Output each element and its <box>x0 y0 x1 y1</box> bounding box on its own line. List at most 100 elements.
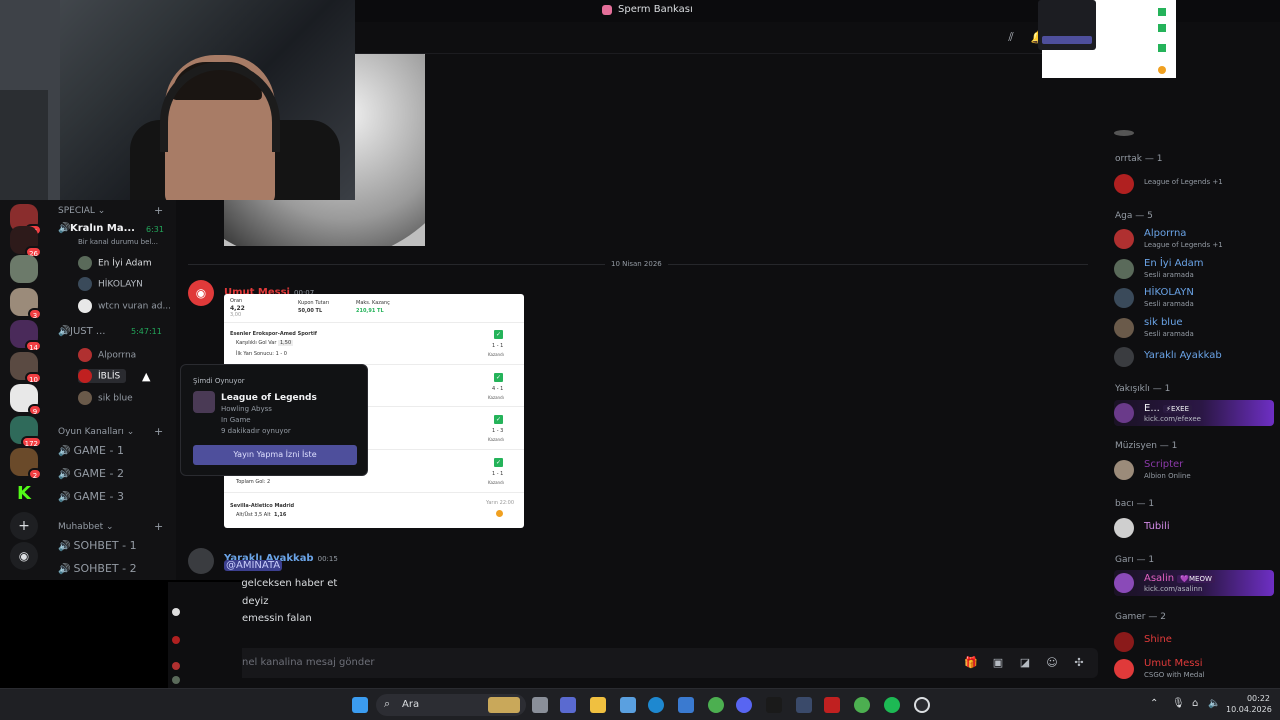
store-icon[interactable] <box>560 697 576 713</box>
member-avatar <box>1114 318 1134 338</box>
won-check-icon: ✓ <box>494 330 503 339</box>
voice-channel[interactable]: 🔊JUST ... <box>58 326 105 337</box>
add-channel-icon[interactable]: + <box>154 425 163 438</box>
member-name: HİKOLAYN <box>1144 287 1194 298</box>
server-icon[interactable]: 10 <box>10 352 42 384</box>
spotify-icon[interactable] <box>884 697 900 713</box>
sticker-icon[interactable]: ◪ <box>1018 656 1032 670</box>
member-row[interactable]: En İyi Adam Sesli aramada <box>1114 257 1274 279</box>
member-avatar <box>1114 460 1134 480</box>
clock-time: 00:22 <box>1246 694 1270 703</box>
member-row[interactable]: League of Legends +1 <box>1114 172 1274 194</box>
voice-member[interactable]: En İyi Adam <box>78 256 152 270</box>
role-header: bacı — 1 <box>1115 499 1155 509</box>
member-row[interactable]: E... ⚡EXEE kick.com/efexee <box>1114 400 1274 426</box>
member-activity: League of Legends +1 <box>1144 178 1223 186</box>
microphone-icon[interactable]: 🎙 <box>1172 698 1185 709</box>
voice-channel[interactable]: 🔊 SOHBET - 2 <box>58 562 137 575</box>
gift-icon[interactable]: 🎁 <box>964 656 978 670</box>
oran-value: 4,22 <box>230 305 245 312</box>
threads-icon[interactable]: ⫽ <box>1003 30 1019 46</box>
category-games[interactable]: Oyun Kanalları ⌄ <box>58 427 134 437</box>
message-composer[interactable]: nel kanalina mesaj gönder 🎁 ▣ ◪ ☺ ✣ <box>230 648 1098 678</box>
member-row[interactable]: Scripter Albion Online <box>1114 458 1274 480</box>
chrome-icon[interactable] <box>708 697 724 713</box>
member-row[interactable]: Tubili <box>1114 516 1274 538</box>
app-icon[interactable] <box>766 697 782 713</box>
clock-date: 10.04.2026 <box>1226 705 1272 714</box>
apps-icon[interactable]: ✣ <box>1072 656 1086 670</box>
server-icon[interactable] <box>10 255 38 283</box>
emoji-icon[interactable]: ☺ <box>1045 656 1059 670</box>
voice-member[interactable]: HİKOLAYN <box>78 277 143 291</box>
member-row[interactable]: HİKOLAYN Sesli aramada <box>1114 286 1274 308</box>
taskbar-clock[interactable]: 00:22 10.04.2026 <box>1226 693 1272 715</box>
file-explorer-icon[interactable] <box>590 697 606 713</box>
chrome-icon[interactable] <box>854 697 870 713</box>
author-avatar[interactable]: ◉ <box>188 280 214 306</box>
member-avatar <box>1114 573 1134 593</box>
member-row[interactable]: Yaraklı Ayakkab <box>1114 345 1274 367</box>
voice-member[interactable]: wtcn vuran ad... <box>78 299 171 313</box>
voice-member[interactable]: Alporrna <box>78 348 136 362</box>
voice-channel[interactable]: 🔊 GAME - 2 <box>58 467 124 480</box>
league-of-legends-icon <box>193 391 215 413</box>
server-icon[interactable]: 3 <box>10 288 42 320</box>
voice-channel[interactable]: 🔊 GAME - 3 <box>58 490 124 503</box>
popup-label: Şimdi Oynuyor <box>193 377 245 385</box>
network-icon[interactable]: ⌂ <box>1192 698 1198 709</box>
member-avatar <box>1114 632 1134 652</box>
server-icon[interactable]: 172 <box>10 416 42 448</box>
edge-icon[interactable] <box>648 697 664 713</box>
pending-icon <box>496 510 503 517</box>
member-avatar <box>1114 347 1134 367</box>
mail-icon[interactable] <box>678 697 694 713</box>
add-channel-icon[interactable]: + <box>154 204 163 217</box>
category-special[interactable]: SPECIAL ⌄ <box>58 206 105 216</box>
voice-member[interactable]: İBLİS <box>78 369 127 383</box>
app-icon[interactable] <box>796 697 812 713</box>
member-row[interactable]: Umut Messi CSGO with Medal <box>1114 657 1274 679</box>
add-server-icon[interactable]: + <box>10 512 38 540</box>
member-activity: kick.com/asalinn <box>1144 585 1203 593</box>
kick-icon[interactable]: K <box>10 480 38 508</box>
member-name: Asalin 💜MEOW <box>1144 573 1215 584</box>
volume-icon[interactable]: 🔈 <box>1208 698 1220 709</box>
calculator-icon[interactable] <box>620 697 636 713</box>
server-icon[interactable]: 2 <box>10 448 42 480</box>
taskbar-search[interactable]: ⌕ Ara <box>376 694 526 716</box>
task-view-icon[interactable] <box>532 697 548 713</box>
match-odd: 1,50 <box>278 340 294 346</box>
author-avatar[interactable] <box>188 548 214 574</box>
server-icon[interactable]: 14 <box>10 320 42 352</box>
member-activity: Albion Online <box>1144 472 1191 480</box>
category-chat[interactable]: Muhabbet ⌄ <box>58 522 114 532</box>
member-row[interactable]: Alporrna League of Legends +1 <box>1114 227 1274 249</box>
server-icon[interactable]: 9 <box>10 384 42 416</box>
won-check-icon: ✓ <box>494 458 503 467</box>
voice-channel[interactable]: 🔊Kralın Ma... <box>58 223 135 234</box>
voice-channel[interactable]: 🔊 GAME - 1 <box>58 444 124 457</box>
discover-icon[interactable]: ◉ <box>10 542 38 570</box>
member-row[interactable]: Asalin 💜MEOW kick.com/asalinn <box>1114 570 1274 596</box>
member-avatar <box>1114 259 1134 279</box>
member-row[interactable]: sik blue Sesli aramada <box>1114 316 1274 338</box>
request-stream-button[interactable]: Yayın Yapma İzni İste <box>193 445 357 465</box>
won-label: Kazandı <box>488 352 504 357</box>
voice-channel[interactable]: 🔊 SOHBET - 1 <box>58 539 137 552</box>
windows-start-icon[interactable] <box>352 697 368 713</box>
user-mention[interactable]: @AMINATA <box>224 560 283 571</box>
speaker-icon: 🔊 <box>58 223 71 234</box>
app-icon[interactable] <box>824 697 840 713</box>
now-playing-popup: Şimdi Oynuyor League of Legends Howling … <box>180 364 368 476</box>
discord-icon[interactable] <box>736 697 752 713</box>
voice-member[interactable]: sik blue <box>78 391 133 405</box>
server-rail: 11 26 3 14 10 9 172 2 K + ◉ <box>0 200 48 580</box>
add-channel-icon[interactable]: + <box>154 520 163 533</box>
server-icon[interactable]: 26 <box>10 226 42 258</box>
match-score: 4 - 1 <box>492 386 504 392</box>
chevron-up-icon[interactable]: ⌃ <box>1150 698 1158 709</box>
steam-icon[interactable] <box>914 697 930 713</box>
gif-icon[interactable]: ▣ <box>991 656 1005 670</box>
member-row[interactable]: Shine <box>1114 630 1274 652</box>
